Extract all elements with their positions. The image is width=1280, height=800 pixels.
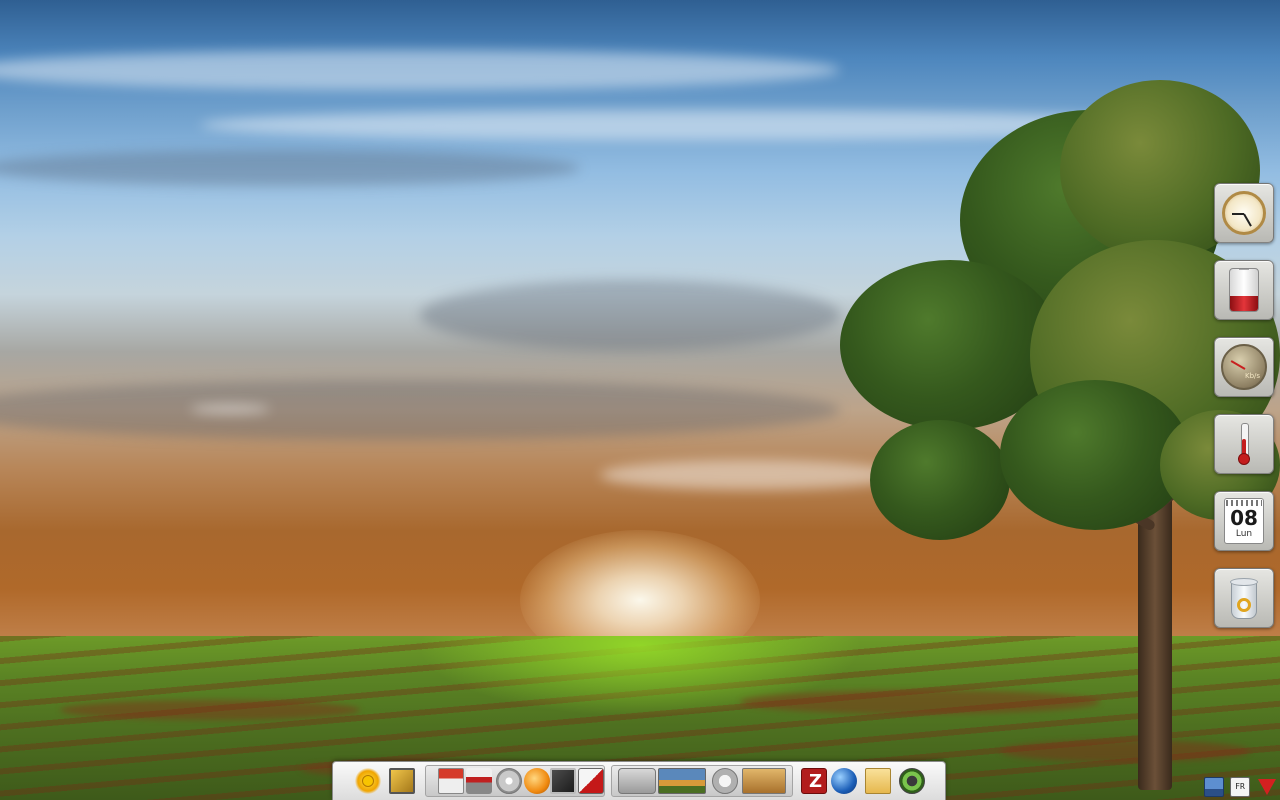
dock-app-group bbox=[425, 765, 605, 797]
update-arrow-icon[interactable] bbox=[1258, 779, 1276, 795]
cloud bbox=[420, 280, 840, 350]
monitor-icon[interactable] bbox=[389, 768, 415, 794]
notes-icon[interactable] bbox=[865, 768, 891, 794]
cloud bbox=[0, 150, 580, 186]
desktop-thumb-2[interactable] bbox=[658, 768, 706, 794]
calendar-day: 08 bbox=[1230, 506, 1258, 530]
trash-icon bbox=[1228, 576, 1260, 620]
speaker-icon[interactable] bbox=[899, 768, 925, 794]
dock-panel bbox=[332, 761, 946, 800]
battery-icon bbox=[1229, 268, 1259, 312]
gauge-icon: Kb/s bbox=[1221, 344, 1267, 390]
battery-cap bbox=[1239, 269, 1249, 270]
system-tray: FR bbox=[1200, 774, 1280, 800]
clock-widget[interactable] bbox=[1214, 183, 1274, 243]
dirt-patch bbox=[60, 700, 360, 720]
globe-icon[interactable] bbox=[831, 768, 857, 794]
calendar-weekday: Lun bbox=[1235, 529, 1253, 539]
tree-foliage bbox=[870, 420, 1010, 540]
thermometer-bulb bbox=[1238, 453, 1250, 465]
calendar-icon: 08 Lun bbox=[1224, 498, 1264, 544]
battery-widget[interactable] bbox=[1214, 260, 1274, 320]
network-icon[interactable] bbox=[1204, 777, 1224, 797]
package-icon[interactable] bbox=[578, 768, 604, 794]
disk-icon[interactable] bbox=[496, 768, 522, 794]
desktop-thumb-1[interactable] bbox=[618, 768, 656, 794]
tree bbox=[830, 80, 1280, 790]
battery-level-fill bbox=[1230, 296, 1258, 311]
home-folder-icon[interactable] bbox=[438, 768, 464, 794]
mail-icon[interactable] bbox=[550, 768, 576, 794]
cloud bbox=[0, 50, 840, 90]
desktop-thumb-4[interactable] bbox=[742, 768, 786, 794]
keyboard-layout-icon[interactable]: FR bbox=[1230, 777, 1250, 797]
orange-app-icon[interactable] bbox=[524, 768, 550, 794]
desktop-thumb-3[interactable] bbox=[712, 768, 738, 794]
cloud bbox=[190, 404, 270, 414]
recycle-symbol-icon bbox=[1237, 598, 1251, 612]
thermometer-icon bbox=[1238, 423, 1250, 465]
clock-icon bbox=[1222, 191, 1266, 235]
trash-widget[interactable] bbox=[1214, 568, 1274, 628]
trash-lid bbox=[1230, 578, 1258, 586]
sun-icon[interactable] bbox=[355, 768, 381, 794]
clock-minute-hand bbox=[1243, 213, 1252, 227]
network-monitor-widget[interactable]: Kb/s bbox=[1214, 337, 1274, 397]
printer-icon[interactable] bbox=[466, 768, 492, 794]
gauge-unit-label: Kb/s bbox=[1245, 372, 1261, 380]
desktop-wallpaper bbox=[0, 0, 1280, 800]
temperature-widget[interactable] bbox=[1214, 414, 1274, 474]
desktop-pager bbox=[611, 765, 793, 797]
filezilla-icon[interactable] bbox=[801, 768, 827, 794]
dirt-patch bbox=[1000, 740, 1250, 762]
calendar-widget[interactable]: 08 Lun bbox=[1214, 491, 1274, 551]
gauge-needle bbox=[1230, 360, 1246, 370]
